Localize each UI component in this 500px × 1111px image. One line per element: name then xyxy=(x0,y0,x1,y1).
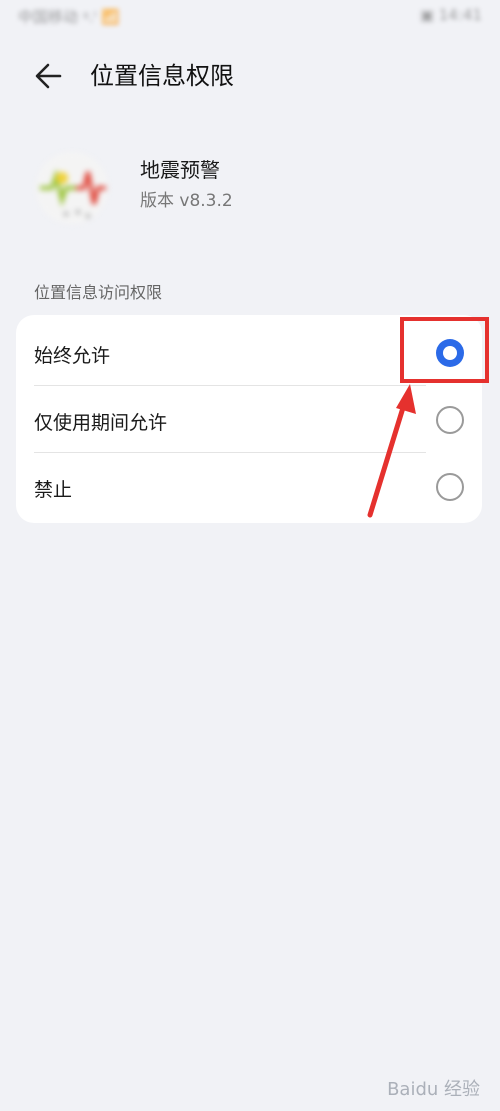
option-deny[interactable]: 禁止 xyxy=(16,453,482,521)
option-label: 始终允许 xyxy=(34,345,111,367)
header: 位置信息权限 xyxy=(0,52,500,100)
watermark: Baidu 经验 xyxy=(387,1079,480,1100)
radio-selected-icon[interactable] xyxy=(436,339,464,367)
section-label: 位置信息访问权限 xyxy=(34,283,163,302)
radio-unselected-icon[interactable] xyxy=(436,406,464,434)
back-button[interactable] xyxy=(30,58,70,94)
carrier-signal: 中国移动 ᵍ.ᴵ 📶 xyxy=(18,8,120,26)
option-label: 仅使用期间允许 xyxy=(34,412,168,434)
page-title: 位置信息权限 xyxy=(90,62,234,90)
app-icon xyxy=(32,148,112,228)
option-allow-while-using[interactable]: 仅使用期间允许 xyxy=(16,386,482,454)
battery-time: ▣ 14:41 xyxy=(419,6,482,24)
status-bar: 中国移动 ᵍ.ᴵ 📶 ▣ 14:41 xyxy=(0,0,500,36)
option-always-allow[interactable]: 始终允许 xyxy=(16,319,482,387)
option-label: 禁止 xyxy=(34,479,73,501)
app-name: 地震预警 xyxy=(140,158,220,182)
arrow-left-icon xyxy=(35,63,62,89)
app-version: 版本 v8.3.2 xyxy=(140,191,233,211)
app-info: 地震预警 版本 v8.3.2 xyxy=(0,140,500,230)
permission-options-card: 始终允许 仅使用期间允许 禁止 xyxy=(16,315,482,523)
radio-unselected-icon[interactable] xyxy=(436,473,464,501)
